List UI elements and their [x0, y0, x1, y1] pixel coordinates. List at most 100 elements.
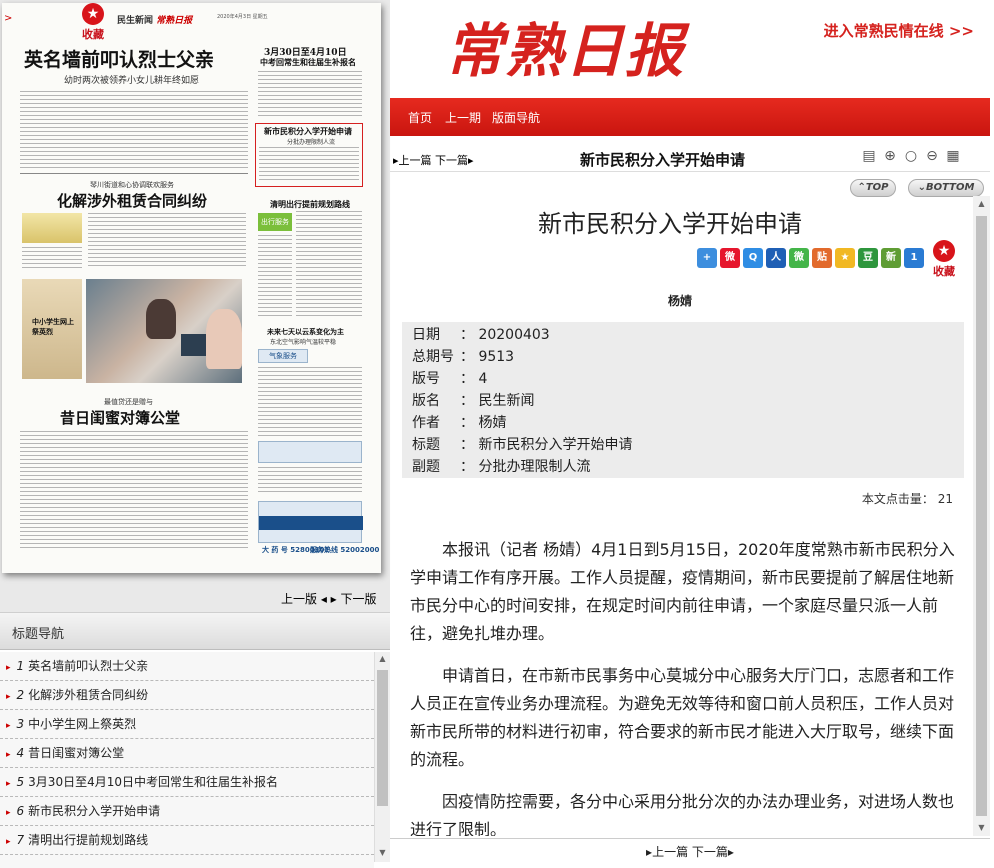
- nav-item-5[interactable]: ▸ 5 3月30日至4月10日中考回常生和往届生补报名: [0, 768, 374, 797]
- view-count-label: 本文点击量：: [861, 492, 934, 506]
- site-logo[interactable]: 常熟日报: [445, 4, 685, 88]
- meta-row-issue: 总期号： 9513: [412, 346, 964, 368]
- paper-text-block: [258, 235, 292, 319]
- one-icon[interactable]: 1: [904, 248, 924, 268]
- nav-scroll-thumb[interactable]: [377, 670, 388, 806]
- bullet-arrow-icon: ▸: [6, 779, 11, 789]
- paper-weather-sub: 东北空气影响气温较平稳: [270, 339, 337, 346]
- nav-item-6[interactable]: ▸ 6 新市民积分入学开始申请: [0, 797, 374, 826]
- divider: [20, 173, 248, 174]
- paper-headline-3[interactable]: 昔日闺蜜对簿公堂: [60, 407, 180, 428]
- sina-icon[interactable]: 新: [881, 248, 901, 268]
- meta-label: 作者: [412, 415, 440, 431]
- meta-label: 日期: [412, 327, 440, 343]
- scroll-top-button[interactable]: ⌃TOP: [850, 179, 896, 197]
- paper-text-block: [259, 147, 359, 183]
- nav-item-label: 化解涉外租赁合同纠纷: [28, 688, 149, 702]
- favorite-button-right[interactable]: ★ 收藏: [929, 240, 959, 279]
- meta-row-date: 日期： 20200403: [412, 324, 964, 346]
- nav-item-3[interactable]: ▸ 3 中小学生网上祭英烈: [0, 710, 374, 739]
- paper-text-block: [20, 91, 248, 171]
- star-share-icon[interactable]: ★: [835, 248, 855, 268]
- page-root: > ★ 收藏 民生新闻 常熟日报 2020年4月3日 星期五 英名墙前叩认烈士父…: [0, 0, 994, 868]
- pager-arrow-icon: ◂ ▸: [317, 592, 341, 606]
- nav-item-num: 1: [16, 659, 25, 673]
- prev-page-button[interactable]: 上一版: [281, 592, 317, 606]
- paper-date: 2020年4月3日 星期五: [217, 14, 268, 20]
- more-share-icon[interactable]: +: [697, 248, 717, 268]
- zoom-in-icon[interactable]: ⊕: [881, 147, 899, 165]
- scroll-down-icon[interactable]: ▼: [973, 823, 990, 832]
- next-page-button[interactable]: 下一版: [341, 592, 377, 606]
- article-scroll-thumb[interactable]: [976, 216, 987, 816]
- nav-item-num: 2: [16, 688, 25, 702]
- expand-arrow-icon[interactable]: >: [4, 13, 12, 24]
- toolbar-icons: ▤ ⊕ ○ ⊖ ▦: [860, 147, 962, 165]
- title-nav-heading: 标题导航: [12, 627, 65, 642]
- zoom-icon[interactable]: ○: [902, 147, 920, 165]
- enter-minqing-link[interactable]: 进入常熟民情在线 >>: [824, 20, 974, 41]
- main-menu-bar: 首页 上一期 版面导航: [390, 98, 990, 136]
- paper-text-block: [22, 247, 82, 271]
- menu-home[interactable]: 首页: [408, 109, 432, 126]
- prev-article-button[interactable]: 上一篇: [399, 154, 432, 167]
- view-count: 本文点击量： 21: [862, 490, 953, 507]
- favorite-button-left[interactable]: ★ 收藏: [78, 3, 108, 41]
- nav-scrollbar[interactable]: ▲ ▼: [374, 652, 390, 862]
- paper-box-sub: 中考回常生和往届生补报名: [260, 57, 356, 67]
- zoom-out-icon[interactable]: ⊖: [923, 147, 941, 165]
- meta-value: 20200403: [478, 327, 550, 343]
- menu-layout-nav[interactable]: 版面导航: [492, 109, 540, 126]
- paper-main-photo: [86, 279, 242, 383]
- article-scrollbar[interactable]: ▲ ▼: [973, 196, 990, 836]
- bottom-next-article[interactable]: 下一篇: [692, 845, 728, 859]
- paper-weather-title[interactable]: 未来七天以云系变化为主: [267, 327, 344, 337]
- bullet-arrow-icon: ▸: [6, 750, 11, 760]
- newspaper-page-thumbnail[interactable]: > ★ 收藏 民生新闻 常熟日报 2020年4月3日 星期五 英名墙前叩认烈士父…: [2, 3, 381, 573]
- paper-hotline-2: 服务热线 52002000: [310, 546, 380, 554]
- article-toolbar: ▸上一篇 下一篇▸ 新市民积分入学开始申请 ▤ ⊕ ○ ⊖ ▦: [390, 144, 990, 172]
- tieba-icon[interactable]: 贴: [812, 248, 832, 268]
- top-label: TOP: [865, 182, 889, 193]
- article-body: 本报讯（记者 杨婧）4月1日到5月15日，2020年度常熟市新市民积分入学申请工…: [410, 536, 958, 836]
- paper-headline-1[interactable]: 英名墙前叩认烈士父亲: [24, 45, 214, 72]
- article-paragraph: 因疫情防控需要，各分中心采用分批分次的办法办理业务，对进场人数也进行了限制。: [410, 792, 955, 836]
- star-icon: ★: [933, 240, 955, 262]
- paper-logo-text: 常熟日报: [156, 16, 193, 26]
- bottom-prev-article[interactable]: 上一篇: [652, 845, 688, 859]
- nav-item-4[interactable]: ▸ 4 昔日闺蜜对簿公堂: [0, 739, 374, 768]
- view-count-value: 21: [937, 492, 953, 506]
- nav-item-label: 英名墙前叩认烈士父亲: [28, 659, 149, 673]
- meta-label: 总期号: [412, 349, 454, 365]
- scroll-down-icon[interactable]: ▼: [375, 848, 390, 857]
- scroll-up-icon[interactable]: ▲: [973, 199, 990, 208]
- paper-qingming-title[interactable]: 清明出行提前规划路线: [270, 199, 350, 210]
- paper-preview-area: > ★ 收藏 民生新闻 常熟日报 2020年4月3日 星期五 英名墙前叩认烈士父…: [0, 0, 390, 612]
- article-author: 杨婧: [667, 294, 692, 308]
- bullet-arrow-icon: ▸: [6, 721, 11, 731]
- nav-item-1[interactable]: ▸ 1 英名墙前叩认烈士父亲: [0, 652, 374, 681]
- meta-value: 9513: [478, 349, 515, 365]
- bullet-arrow-icon: ▸: [6, 663, 11, 673]
- meta-row-title: 标题： 新市民积分入学开始申请: [412, 434, 964, 456]
- qzone-icon[interactable]: Q: [743, 248, 763, 268]
- notepad-icon[interactable]: ▤: [860, 147, 878, 165]
- paper-text-block: [258, 467, 362, 495]
- douban-icon[interactable]: 豆: [858, 248, 878, 268]
- print-icon[interactable]: ▦: [944, 147, 962, 165]
- title-nav-header: 标题导航: [0, 612, 390, 650]
- nav-item-2[interactable]: ▸ 2 化解涉外租赁合同纠纷: [0, 681, 374, 710]
- nav-item-7[interactable]: ▸ 7 清明出行提前规划路线: [0, 826, 374, 855]
- next-article-button[interactable]: 下一篇: [435, 154, 468, 167]
- wechat-icon[interactable]: 微: [789, 248, 809, 268]
- nav-item-label: 昔日闺蜜对簿公堂: [28, 746, 125, 760]
- scroll-up-icon[interactable]: ▲: [375, 654, 390, 663]
- weather-service-logo: 气象服务: [258, 349, 308, 363]
- meta-value: 民生新闻: [478, 393, 535, 409]
- renren-icon[interactable]: 人: [766, 248, 786, 268]
- scroll-bottom-button[interactable]: ⌄BOTTOM: [908, 179, 984, 197]
- weibo-icon[interactable]: 微: [720, 248, 740, 268]
- meta-row-page: 版号： 4: [412, 368, 964, 390]
- paper-headline-2[interactable]: 化解涉外租赁合同纠纷: [57, 190, 207, 211]
- menu-prev-issue[interactable]: 上一期: [445, 109, 481, 126]
